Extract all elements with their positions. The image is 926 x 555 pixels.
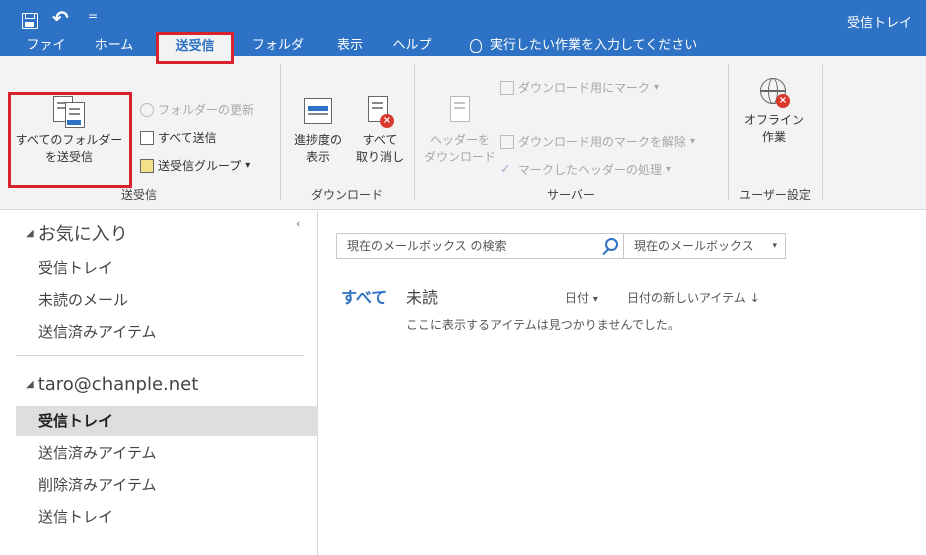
account-label: taro@chanple.net (37, 374, 199, 395)
search-icon[interactable] (605, 238, 618, 251)
filter-unread[interactable]: 未読 (406, 284, 438, 308)
search-input[interactable]: 現在のメールボックス の検索 (336, 233, 624, 259)
account-header[interactable]: ◢ taro@chanple.net (26, 374, 198, 395)
group-separator (822, 64, 823, 200)
tab-help[interactable]: ヘルプ (388, 36, 436, 56)
search-scope-value: 現在のメールボックス (634, 239, 754, 253)
send-all-label: すべて送信 (158, 131, 217, 145)
mark-download-button: ダウンロード用にマーク ▾ (500, 78, 659, 98)
chevron-down-icon: ▾ (592, 294, 598, 305)
expand-triangle-icon: ◢ (26, 379, 34, 390)
work-offline-label-2: 作業 (761, 130, 786, 144)
nav-account-deleted[interactable]: 削除済みアイテム (38, 470, 157, 500)
nav-favorites-sent[interactable]: 送信済みアイテム (38, 317, 157, 347)
highlight-box (8, 92, 132, 188)
update-folder-button: フォルダーの更新 (140, 100, 254, 120)
download-headers-label-2: ダウンロード (423, 150, 496, 164)
nav-favorites-inbox[interactable]: 受信トレイ (38, 253, 113, 283)
group-label-download: ダウンロード (310, 188, 383, 202)
update-folder-label: フォルダーの更新 (158, 103, 255, 117)
refresh-icon (140, 103, 154, 117)
work-offline-button[interactable]: × オフライン 作業 (734, 76, 814, 146)
chevron-down-icon: ▾ (690, 136, 696, 147)
collapse-pane-icon[interactable]: ‹ (296, 217, 300, 230)
unmark-icon (500, 135, 514, 149)
nav-account-sent[interactable]: 送信済みアイテム (38, 438, 157, 468)
nav-account-inbox[interactable]: 受信トレイ (16, 406, 318, 436)
tab-view[interactable]: 表示 (330, 36, 370, 56)
send-receive-groups-label: 送受信グループ (158, 159, 242, 173)
sort-order-toggle[interactable]: 日付の新しいアイテム ↓ (627, 289, 760, 306)
cancel-all-button[interactable]: × すべて 取り消し (350, 96, 410, 166)
divider (16, 355, 304, 356)
lightbulb-icon (470, 39, 482, 53)
cancel-all-icon: × (364, 96, 396, 128)
chevron-down-icon: ▾ (654, 82, 660, 93)
tell-me-placeholder: 実行したい作業を入力してください (490, 38, 698, 53)
download-headers-label-1: ヘッダーを (429, 133, 490, 147)
cancel-all-label-1: すべて (362, 133, 398, 147)
cancel-all-label-2: 取り消し (355, 150, 404, 164)
send-receive-groups-button[interactable]: 送受信グループ ▾ (140, 156, 250, 176)
globe-icon: × (758, 76, 790, 108)
process-marked-label: マークしたヘッダーの処理 (518, 163, 663, 177)
favorites-label: お気に入り (37, 224, 128, 245)
unmark-download-label: ダウンロード用のマークを解除 (518, 135, 687, 149)
group-label-server: サーバー (547, 188, 595, 202)
undo-icon[interactable]: ↶ (52, 8, 69, 28)
search-scope-dropdown[interactable]: 現在のメールボックス ▾ (624, 233, 786, 259)
group-label-send-receive: 送受信 (120, 188, 157, 202)
group-separator (728, 64, 729, 200)
customize-quick-access-icon[interactable]: = (88, 10, 98, 22)
nav-favorites-unread[interactable]: 未読のメール (38, 285, 128, 315)
unmark-download-button: ダウンロード用のマークを解除 ▾ (500, 132, 695, 152)
download-headers-button: ヘッダーを ダウンロード (420, 96, 500, 166)
send-all-icon (140, 131, 154, 145)
send-all-button[interactable]: すべて送信 (140, 128, 217, 148)
nav-account-outbox[interactable]: 送信トレイ (38, 502, 113, 532)
sort-by-label: 日付 (565, 291, 590, 305)
save-icon[interactable] (22, 13, 38, 29)
work-offline-label-1: オフライン (743, 113, 804, 127)
show-progress-button[interactable]: 進捗度の 表示 (286, 96, 350, 166)
chevron-down-icon: ▾ (772, 241, 777, 251)
tab-file[interactable]: ファイル (22, 36, 70, 73)
expand-triangle-icon: ◢ (26, 227, 34, 239)
favorites-header[interactable]: ◢ お気に入り (26, 220, 128, 246)
checkmark-icon: ✓ (500, 162, 511, 177)
sort-by-dropdown[interactable]: 日付 ▾ (565, 289, 598, 306)
group-separator (414, 64, 415, 200)
ribbon: すべてのフォルダー を送受信 フォルダーの更新 すべて送信 送受信グループ ▾ … (0, 56, 926, 210)
empty-list-message: ここに表示するアイテムは見つかりませんでした。 (406, 318, 680, 332)
tab-folder[interactable]: フォルダー (248, 36, 308, 73)
mark-download-label: ダウンロード用にマーク (518, 81, 651, 95)
show-progress-label-2: 表示 (305, 150, 330, 164)
tab-home[interactable]: ホーム (86, 36, 142, 56)
tell-me-box[interactable]: 実行したい作業を入力してください (470, 36, 697, 56)
filter-all[interactable]: すべて (341, 284, 387, 308)
group-separator (280, 64, 281, 200)
window-title: 受信トレイ (846, 16, 912, 31)
tab-send-receive[interactable]: 送受信 (156, 32, 234, 64)
send-receive-groups-icon (140, 159, 154, 173)
download-headers-icon (444, 96, 476, 128)
chevron-down-icon: ▾ (666, 164, 672, 175)
chevron-down-icon: ▾ (245, 160, 251, 171)
process-marked-button: ✓ マークしたヘッダーの処理 ▾ (500, 160, 671, 180)
group-label-preferences: ユーザー設定 (739, 188, 811, 202)
mark-icon (500, 81, 514, 95)
progress-icon (302, 96, 334, 128)
show-progress-label-1: 進捗度の (293, 133, 342, 147)
